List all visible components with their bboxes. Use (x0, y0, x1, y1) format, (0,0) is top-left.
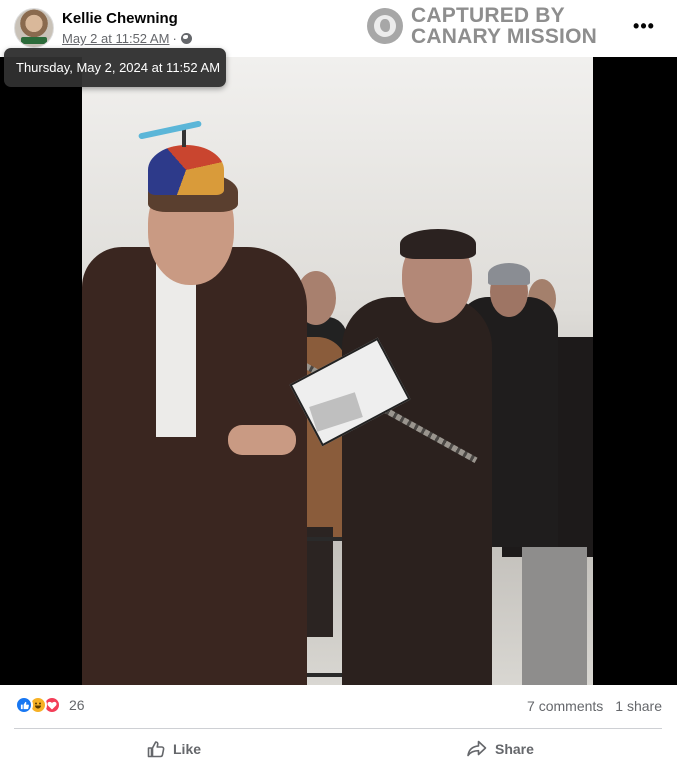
canary-mission-watermark: CAPTURED BY CANARY MISSION (367, 5, 597, 47)
author-name[interactable]: Kellie Chewning (62, 10, 178, 27)
post-photo[interactable] (0, 57, 677, 685)
reactions-summary[interactable]: 26 (15, 696, 85, 714)
watermark-line-1: CAPTURED BY (411, 4, 565, 27)
person-right-legs (522, 547, 587, 685)
share-button[interactable]: Share (466, 734, 534, 764)
shares-count-link[interactable]: 1 share (615, 698, 662, 714)
globe-icon[interactable] (180, 33, 192, 44)
like-label: Like (173, 741, 202, 757)
engagement-counts: 7 comments 1 share (527, 698, 662, 714)
reaction-count[interactable]: 26 (69, 697, 85, 713)
like-icon (15, 696, 33, 714)
timestamp-tooltip: Thursday, May 2, 2024 at 11:52 AM (4, 48, 226, 87)
canary-bird-icon (367, 8, 403, 44)
person-cap-hat (488, 263, 530, 285)
meta-separator: · (172, 31, 177, 46)
watermark-text: CAPTURED BY CANARY MISSION (411, 5, 597, 47)
facebook-post: Kellie Chewning May 2 at 11:52 AM · CAPT… (0, 0, 677, 768)
photo-scene (82, 57, 593, 685)
share-arrow-icon (467, 740, 487, 757)
propeller-beanie (148, 145, 224, 195)
like-button[interactable]: Like (146, 734, 201, 764)
man-left-hands (228, 425, 296, 455)
propeller-blade (138, 120, 202, 140)
comments-count-link[interactable]: 7 comments (527, 698, 603, 714)
thumbs-up-icon (147, 741, 165, 758)
more-options-icon[interactable]: ••• (628, 12, 660, 40)
post-timestamp-link[interactable]: May 2 at 11:52 AM (62, 31, 169, 46)
post-meta: May 2 at 11:52 AM · (62, 31, 192, 46)
actions-divider (14, 728, 662, 729)
author-avatar[interactable] (14, 8, 54, 48)
man-center-hair (400, 229, 476, 259)
share-label: Share (495, 741, 534, 757)
watermark-line-2: CANARY MISSION (411, 25, 597, 48)
